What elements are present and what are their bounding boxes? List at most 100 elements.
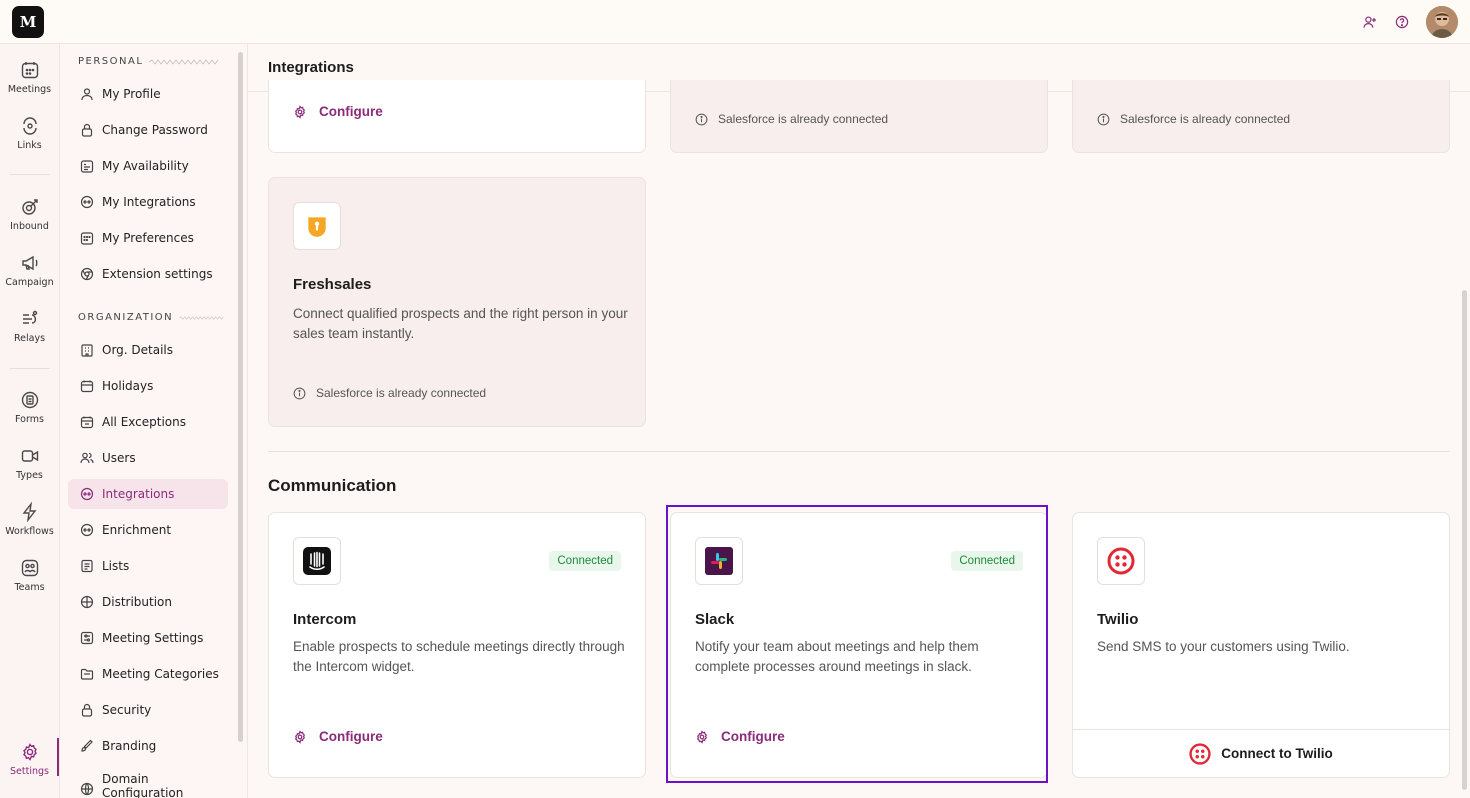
integration-card-partial: Salesforce is already connected	[1072, 80, 1450, 153]
organization-heading: ORGANIZATION	[78, 312, 224, 323]
card-title: Twilio	[1097, 611, 1139, 628]
freshsales-logo	[293, 202, 341, 250]
nav-item-security[interactable]: Security	[68, 695, 228, 725]
nav-label: My Preferences	[102, 231, 194, 245]
integration-card-intercom: Connected Intercom Enable prospects to s…	[268, 512, 646, 778]
connect-label: Connect to Twilio	[1221, 746, 1333, 761]
card-description: Enable prospects to schedule meetings di…	[293, 639, 625, 674]
main-scrollbar[interactable]	[1462, 290, 1467, 790]
nav-item-domain-configuration[interactable]: Domain Configuration	[68, 772, 228, 798]
personal-heading: PERSONAL	[78, 56, 219, 67]
add-user-icon[interactable]	[1360, 12, 1380, 32]
info-icon	[1097, 113, 1110, 125]
nav-label: My Profile	[102, 87, 161, 101]
gear-icon	[22, 743, 37, 761]
rail-item-settings[interactable]: Settings	[0, 738, 59, 786]
personal-heading-text: PERSONAL	[78, 56, 144, 67]
rail-item-links[interactable]: Links	[0, 112, 59, 160]
relay-icon	[22, 310, 37, 324]
page-title: Integrations	[268, 59, 354, 76]
nav-item-my-preferences[interactable]: My Preferences	[68, 223, 228, 253]
help-icon[interactable]	[1392, 12, 1412, 32]
nav-label: Meeting Settings	[102, 631, 204, 645]
rail-label: Links	[17, 140, 42, 151]
nav-item-distribution[interactable]: Distribution	[68, 587, 228, 617]
configure-button[interactable]: Configure	[293, 729, 383, 744]
lightning-icon	[22, 502, 36, 522]
nav-item-org-details[interactable]: Org. Details	[68, 335, 228, 365]
nav-item-meeting-categories[interactable]: Meeting Categories	[68, 659, 228, 689]
slack-icon	[705, 547, 733, 575]
globe-icon	[80, 782, 94, 796]
nav-item-meeting-settings[interactable]: Meeting Settings	[68, 623, 228, 653]
rail-item-campaign[interactable]: Campaign	[0, 249, 59, 297]
nav-item-lists[interactable]: Lists	[68, 551, 228, 581]
rail-label: Campaign	[5, 277, 54, 288]
rail-item-relays[interactable]: Relays	[0, 305, 59, 353]
inbound-icon	[21, 199, 38, 215]
nav-label: Branding	[102, 739, 157, 753]
megaphone-icon	[21, 255, 37, 271]
app-logo-text: M	[19, 13, 37, 31]
rail-item-teams[interactable]: Teams	[0, 554, 59, 602]
twilio-icon	[1107, 547, 1135, 575]
brush-icon	[81, 739, 93, 752]
nav-label: Extension settings	[102, 267, 213, 281]
connect-twilio-button[interactable]: Connect to Twilio	[1073, 729, 1449, 777]
twilio-logo	[1097, 537, 1145, 585]
user-avatar[interactable]	[1426, 6, 1458, 38]
slack-logo	[695, 537, 743, 585]
configure-button[interactable]: Configure	[293, 104, 383, 119]
calendar-icon	[80, 380, 94, 393]
rail-label: Meetings	[7, 84, 52, 95]
link-icon	[22, 117, 37, 135]
twilio-icon	[1189, 742, 1211, 765]
rail-item-forms[interactable]: Forms	[0, 386, 59, 434]
nav-item-all-exceptions[interactable]: All Exceptions	[68, 407, 228, 437]
nav-item-branding[interactable]: Branding	[68, 731, 228, 761]
configure-label: Configure	[319, 104, 383, 119]
nav-item-users[interactable]: Users	[68, 443, 228, 473]
configure-button[interactable]: Configure	[695, 729, 785, 744]
connected-badge: Connected	[951, 551, 1023, 571]
nav-label: Change Password	[102, 123, 208, 137]
app-logo[interactable]: M	[12, 6, 44, 38]
rail-label: Forms	[15, 414, 44, 425]
wave-decoration	[179, 315, 224, 320]
nav-item-holidays[interactable]: Holidays	[68, 371, 228, 401]
nav-item-extension-settings[interactable]: Extension settings	[68, 259, 228, 289]
nav-item-integrations[interactable]: Integrations	[68, 479, 228, 509]
rail-divider	[10, 174, 50, 175]
rail-item-workflows[interactable]: Workflows	[0, 498, 59, 546]
settings-nav-scrollbar[interactable]	[238, 52, 243, 742]
nav-item-my-profile[interactable]: My Profile	[68, 79, 228, 109]
top-bar: M	[0, 0, 1470, 44]
rail-label: Inbound	[10, 221, 49, 232]
organization-heading-text: ORGANIZATION	[78, 312, 174, 323]
nav-label: Org. Details	[102, 343, 174, 357]
calendar-icon	[80, 416, 94, 429]
nav-item-my-integrations[interactable]: My Integrations	[68, 187, 228, 217]
info-icon	[695, 113, 708, 125]
card-description: Connect qualified prospects and the righ…	[293, 306, 628, 341]
nav-item-enrichment[interactable]: Enrichment	[68, 515, 228, 545]
card-title: Slack	[695, 611, 735, 628]
lock-icon	[81, 703, 93, 717]
already-connected-note: Salesforce is already connected	[1097, 112, 1290, 126]
integration-card-partial: Salesforce is already connected	[670, 80, 1048, 153]
rail-item-types[interactable]: Types	[0, 442, 59, 490]
rail-label: Types	[16, 470, 43, 481]
configure-label: Configure	[319, 729, 383, 744]
distribution-icon	[80, 595, 94, 609]
nav-item-change-password[interactable]: Change Password	[68, 115, 228, 145]
calendar-icon	[80, 160, 94, 173]
nav-item-my-availability[interactable]: My Availability	[68, 151, 228, 181]
calendar-grid-icon	[80, 232, 94, 245]
rail-item-meetings[interactable]: Meetings	[0, 56, 59, 104]
card-description: Send SMS to your customers using Twilio.	[1097, 639, 1350, 654]
intercom-icon	[303, 547, 331, 575]
video-icon	[21, 450, 38, 462]
nav-label: Security	[102, 703, 152, 717]
gear-icon	[294, 104, 306, 119]
rail-item-inbound[interactable]: Inbound	[0, 193, 59, 241]
